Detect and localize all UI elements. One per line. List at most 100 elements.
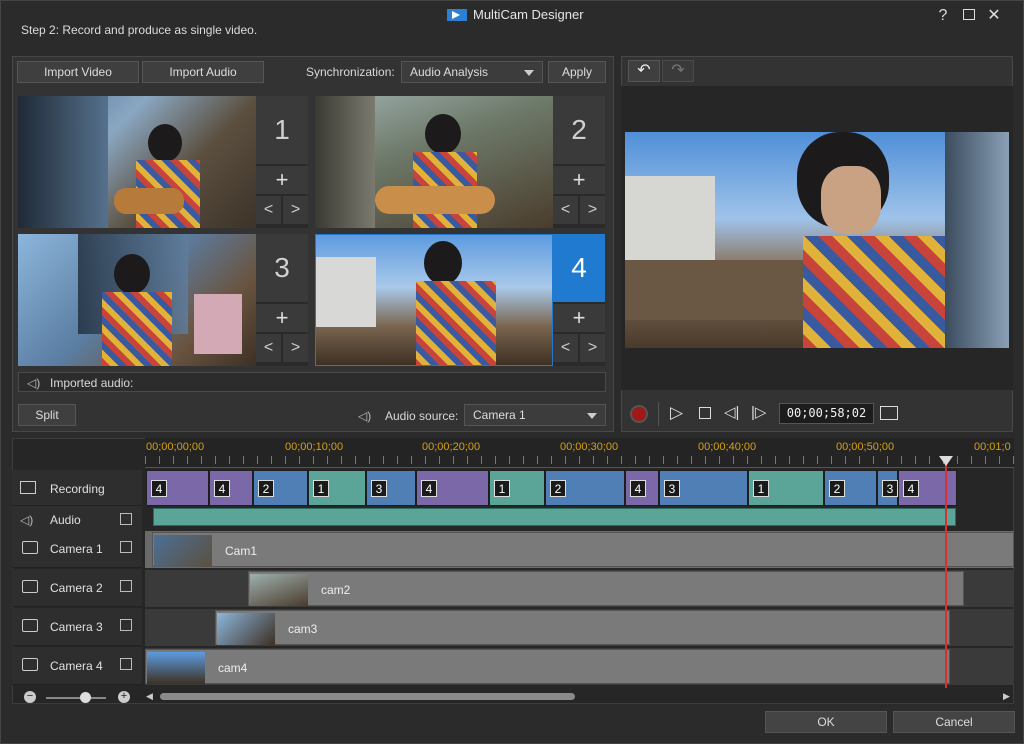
person-face-image — [821, 166, 881, 234]
recording-segment[interactable]: 4 — [625, 470, 659, 506]
help-icon[interactable]: ? — [932, 6, 954, 26]
play-icon[interactable]: ▷ — [670, 403, 683, 423]
speaker-icon: ◁) — [20, 513, 34, 527]
camera-2-add-button[interactable]: + — [553, 166, 605, 194]
recording-segment[interactable]: 1 — [489, 470, 545, 506]
track-camera-4-label: Camera 4 — [50, 659, 103, 673]
recording-segment[interactable]: 2 — [545, 470, 625, 506]
recording-segment[interactable]: 3 — [366, 470, 416, 506]
stop-icon[interactable] — [699, 407, 711, 419]
shirt-image — [102, 292, 172, 366]
camera-4-clip[interactable]: cam4 — [145, 649, 950, 684]
camera-4-add-button[interactable]: + — [553, 304, 605, 332]
camera-4-next-button[interactable]: > — [580, 334, 605, 362]
import-video-button[interactable]: Import Video — [17, 61, 139, 83]
horizontal-scrollbar[interactable] — [160, 693, 575, 700]
track-audio-label: Audio — [50, 513, 81, 527]
camera-2-next-button[interactable]: > — [580, 196, 605, 224]
guitar-image — [114, 188, 184, 214]
record-icon[interactable] — [630, 405, 648, 423]
timecode-display[interactable]: 00;00;58;02 — [779, 403, 874, 424]
scroll-left-icon[interactable]: ◀ — [146, 691, 153, 702]
import-audio-button[interactable]: Import Audio — [142, 61, 264, 83]
subtitle-icon[interactable] — [880, 406, 898, 420]
segment-camera-number: 3 — [882, 480, 898, 497]
recording-segment[interactable]: 1 — [748, 470, 824, 506]
camera-1-next-button[interactable]: > — [283, 196, 308, 224]
camera-4-prev-button[interactable]: < — [553, 334, 578, 362]
camera-3-add-button[interactable]: + — [256, 304, 308, 332]
camera-3-next-button[interactable]: > — [283, 334, 308, 362]
camera-2-prev-button[interactable]: < — [553, 196, 578, 224]
main-preview-video[interactable] — [625, 132, 1009, 348]
list-icon[interactable] — [120, 580, 132, 592]
camera-3-prev-button[interactable]: < — [256, 334, 281, 362]
camera-2-number[interactable]: 2 — [553, 96, 605, 164]
segment-camera-number: 1 — [494, 480, 510, 497]
recording-segment[interactable]: 4 — [898, 470, 957, 506]
list-icon[interactable] — [120, 658, 132, 670]
building-glass-image — [18, 96, 108, 228]
audio-source-value: Camera 1 — [473, 408, 526, 422]
recording-segment[interactable]: 2 — [253, 470, 308, 506]
next-frame-icon[interactable]: |▷ — [751, 403, 766, 421]
camera-1-number[interactable]: 1 — [256, 96, 308, 164]
zoom-in-icon[interactable]: + — [118, 691, 130, 703]
list-icon[interactable] — [120, 513, 132, 525]
camera-2-clip[interactable]: cam2 — [248, 571, 964, 606]
camera-1-add-button[interactable]: + — [256, 166, 308, 194]
recording-segment[interactable]: 1 — [308, 470, 366, 506]
scroll-right-icon[interactable]: ▶ — [1003, 691, 1010, 702]
ok-button[interactable]: OK — [765, 711, 887, 733]
camera-3-number[interactable]: 3 — [256, 234, 308, 302]
ruler-tick-label: 00;00;10;00 — [285, 441, 344, 453]
camera-1-prev-button[interactable]: < — [256, 196, 281, 224]
list-icon[interactable] — [120, 619, 132, 631]
divider — [658, 402, 659, 426]
camera-2-controls: 2 + < > — [553, 96, 605, 228]
speaker-icon: ◁) — [358, 409, 372, 423]
recording-segment[interactable]: 4 — [209, 470, 253, 506]
playhead-marker-icon[interactable] — [939, 456, 953, 466]
audio-source-dropdown[interactable]: Camera 1 — [464, 404, 606, 426]
camera-icon — [22, 541, 38, 554]
person-head-image — [148, 124, 182, 162]
audio-clip[interactable] — [153, 508, 956, 526]
ruler-tick-label: 00;00;30;00 — [560, 441, 619, 453]
undo-icon[interactable]: ↶ — [628, 60, 660, 82]
cancel-button[interactable]: Cancel — [893, 711, 1015, 733]
zoom-out-icon[interactable]: − — [24, 691, 36, 703]
sync-dropdown[interactable]: Audio Analysis — [401, 61, 543, 83]
playhead-line[interactable] — [945, 462, 947, 688]
redo-icon[interactable]: ↷ — [662, 60, 694, 82]
zoom-slider-track[interactable] — [46, 697, 106, 699]
app-logo-icon — [447, 8, 467, 21]
split-button[interactable]: Split — [18, 404, 76, 426]
camera-1-clip[interactable]: Cam1 — [152, 532, 1014, 567]
maximize-icon[interactable] — [958, 6, 980, 26]
sync-label: Synchronization: — [306, 65, 395, 79]
track-camera-2-label: Camera 2 — [50, 581, 103, 595]
window-title: MultiCam Designer — [447, 7, 584, 22]
chevron-down-icon — [524, 70, 534, 76]
recording-segment[interactable]: 3 — [877, 470, 898, 506]
segment-camera-number: 1 — [313, 480, 329, 497]
camera-4-number[interactable]: 4 — [553, 234, 605, 302]
recording-segment[interactable]: 4 — [146, 470, 209, 506]
recording-segment[interactable]: 4 — [416, 470, 489, 506]
apply-button[interactable]: Apply — [548, 61, 606, 83]
camera-1-preview[interactable] — [18, 96, 256, 228]
camera-3-clip[interactable]: cam3 — [215, 610, 950, 645]
recording-segment[interactable]: 3 — [659, 470, 748, 506]
list-icon[interactable] — [120, 541, 132, 553]
camera-3-preview[interactable] — [18, 234, 256, 366]
previous-frame-icon[interactable]: ◁| — [724, 403, 739, 421]
zoom-slider-handle[interactable] — [80, 692, 91, 703]
close-icon[interactable]: ✕ — [983, 6, 1005, 26]
camera-icon — [22, 658, 38, 671]
camera-2-preview[interactable] — [315, 96, 553, 228]
recording-segment[interactable]: 2 — [824, 470, 877, 506]
camera-4-preview[interactable] — [315, 234, 553, 366]
imported-audio-bar[interactable]: ◁) Imported audio: — [18, 372, 606, 392]
person-head-image — [114, 254, 150, 294]
